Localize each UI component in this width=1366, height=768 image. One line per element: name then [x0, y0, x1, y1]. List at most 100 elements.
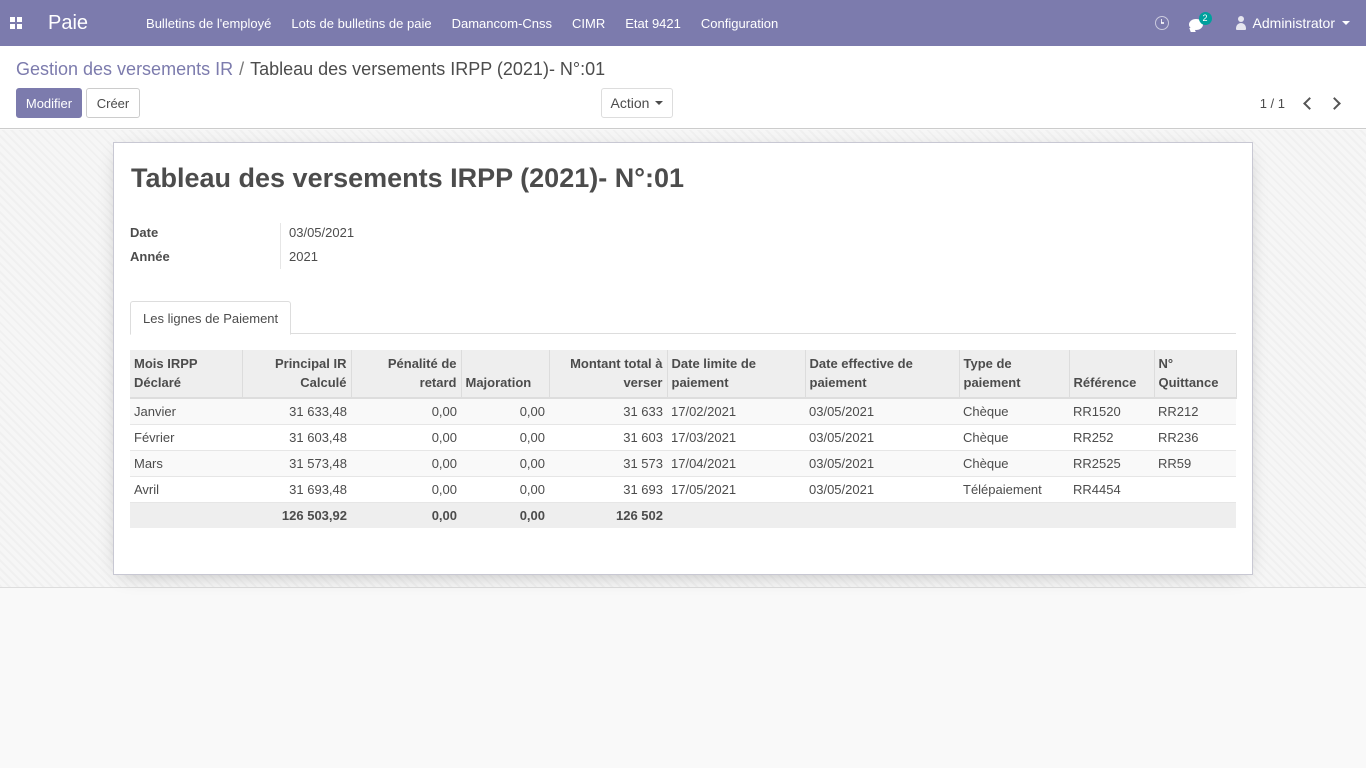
- date-label: Date: [130, 225, 159, 240]
- table-cell: 0,00: [461, 450, 549, 477]
- app-brand[interactable]: Paie: [48, 12, 88, 35]
- notebook-tabs: Les lignes de Paiement: [130, 301, 1236, 335]
- caret-down-icon: [655, 101, 664, 105]
- menu-item-bulletins-employe[interactable]: Bulletins de l'employé: [136, 0, 281, 46]
- column-header[interactable]: Majoration: [461, 350, 550, 399]
- column-header[interactable]: Montant total à verser: [549, 350, 668, 399]
- user-menu[interactable]: Administrator: [1235, 15, 1350, 31]
- total-cell: [667, 502, 805, 528]
- table-cell: Chèque: [959, 398, 1069, 425]
- column-header[interactable]: Référence: [1069, 350, 1155, 399]
- table-cell: 0,00: [351, 476, 461, 503]
- chevron-right-icon[interactable]: [1328, 96, 1342, 110]
- table-cell: 0,00: [461, 398, 549, 425]
- total-cell: 0,00: [461, 502, 549, 528]
- table-cell: Télépaiement: [959, 476, 1069, 503]
- table-cell: 17/04/2021: [667, 450, 805, 477]
- total-cell: [959, 502, 1069, 528]
- table-cell: Avril: [130, 476, 242, 503]
- caret-down-icon: [1342, 21, 1350, 25]
- create-button[interactable]: Créer: [86, 88, 140, 118]
- total-cell: 126 503,92: [242, 502, 351, 528]
- pager-value[interactable]: 1 / 1: [1260, 96, 1285, 111]
- table-cell: 17/05/2021: [667, 476, 805, 503]
- table-cell: RR2525: [1069, 450, 1154, 477]
- breadcrumb: Gestion des versements IR / Tableau des ve…: [16, 59, 605, 80]
- total-cell: 0,00: [351, 502, 461, 528]
- menu-item-configuration[interactable]: Configuration: [691, 0, 788, 46]
- table-cell: 31 573: [549, 450, 667, 477]
- year-label: Année: [130, 249, 170, 264]
- table-cell: 31 693: [549, 476, 667, 503]
- table-cell: RR236: [1154, 424, 1236, 451]
- table-cell: 0,00: [351, 450, 461, 477]
- action-button-label: Action: [610, 95, 650, 111]
- table-cell: RR212: [1154, 398, 1236, 425]
- table-cell: 0,00: [351, 398, 461, 425]
- column-header[interactable]: Pénalité de retard: [351, 350, 462, 399]
- form-title: Tableau des versements IRPP (2021)- N°:0…: [131, 163, 685, 193]
- table-cell: 0,00: [351, 424, 461, 451]
- chevron-left-icon[interactable]: [1300, 96, 1314, 110]
- breadcrumb-parent-link[interactable]: Gestion des versements IR: [16, 59, 233, 79]
- table-cell: 31 603: [549, 424, 667, 451]
- edit-button[interactable]: Modifier: [16, 88, 82, 118]
- table-cell: RR4454: [1069, 476, 1154, 503]
- column-header[interactable]: Mois IRPP Déclaré: [130, 350, 243, 399]
- table-cell: 03/05/2021: [805, 450, 959, 477]
- year-value: 2021: [289, 249, 318, 264]
- table-row[interactable]: Mars 31 573,48 0,00 0,00 31 573 17/04/20…: [130, 450, 1236, 477]
- activity-clock-icon[interactable]: [1154, 16, 1169, 30]
- message-count-badge: 2: [1198, 12, 1212, 25]
- navbar-systray: 2 Administrator: [1154, 0, 1366, 46]
- table-cell: 17/03/2021: [667, 424, 805, 451]
- column-header[interactable]: Principal IR Calculé: [242, 350, 352, 399]
- form-sheet: Tableau des versements IRPP (2021)- N°:0…: [113, 142, 1253, 575]
- table-cell: 31 633: [549, 398, 667, 425]
- table-cell: [1154, 476, 1236, 503]
- control-panel: Gestion des versements IR / Tableau des ve…: [0, 46, 1366, 129]
- table-row[interactable]: Janvier 31 633,48 0,00 0,00 31 633 17/02…: [130, 398, 1236, 425]
- messaging-button[interactable]: 2: [1188, 12, 1212, 31]
- column-header[interactable]: Date limite de paiement: [667, 350, 806, 399]
- table-totals-row: 126 503,92 0,00 0,00 126 502: [130, 502, 1236, 528]
- table-cell: 03/05/2021: [805, 398, 959, 425]
- table-cell: RR1520: [1069, 398, 1154, 425]
- menu-item-lots-bulletins[interactable]: Lots de bulletins de paie: [281, 0, 441, 46]
- table-cell: Janvier: [130, 398, 242, 425]
- table-cell: 31 603,48: [242, 424, 351, 451]
- table-cell: Chèque: [959, 424, 1069, 451]
- table-cell: RR59: [1154, 450, 1236, 477]
- column-header[interactable]: Type de paiement: [959, 350, 1070, 399]
- table-row[interactable]: Février 31 603,48 0,00 0,00 31 603 17/03…: [130, 424, 1236, 451]
- user-avatar-icon: [1235, 16, 1247, 30]
- total-cell: [805, 502, 959, 528]
- field-separator: [280, 223, 281, 269]
- menu-item-damancom-cnss[interactable]: Damancom-Cnss: [442, 0, 562, 46]
- table-cell: 17/02/2021: [667, 398, 805, 425]
- total-cell: 126 502: [549, 502, 667, 528]
- table-cell: 31 693,48: [242, 476, 351, 503]
- column-header[interactable]: N° Quittance: [1154, 350, 1237, 399]
- action-dropdown-button[interactable]: Action: [601, 88, 673, 118]
- top-navbar: Paie Bulletins de l'employé Lots de bull…: [0, 0, 1366, 46]
- user-name: Administrator: [1252, 15, 1335, 31]
- table-header-row: Mois IRPP Déclaré Principal IR Calculé P…: [130, 350, 1237, 399]
- table-row[interactable]: Avril 31 693,48 0,00 0,00 31 693 17/05/2…: [130, 476, 1236, 503]
- tab-lignes-paiement[interactable]: Les lignes de Paiement: [130, 301, 292, 335]
- table-cell: 03/05/2021: [805, 424, 959, 451]
- table-cell: 03/05/2021: [805, 476, 959, 503]
- payment-lines-table: Mois IRPP Déclaré Principal IR Calculé P…: [130, 350, 1237, 528]
- breadcrumb-separator: /: [239, 59, 245, 79]
- menu-item-cimr[interactable]: CIMR: [562, 0, 615, 46]
- column-header[interactable]: Date effective de paiement: [805, 350, 960, 399]
- table-cell: 31 573,48: [242, 450, 351, 477]
- date-value: 03/05/2021: [289, 225, 355, 240]
- breadcrumb-current: Tableau des versements IRPP (2021)- N°:0…: [250, 59, 606, 79]
- total-cell: [1069, 502, 1154, 528]
- table-cell: Février: [130, 424, 242, 451]
- table-cell: 0,00: [461, 476, 549, 503]
- table-cell: RR252: [1069, 424, 1154, 451]
- menu-item-etat-9421[interactable]: Etat 9421: [615, 0, 691, 46]
- apps-menu-icon[interactable]: [0, 0, 32, 46]
